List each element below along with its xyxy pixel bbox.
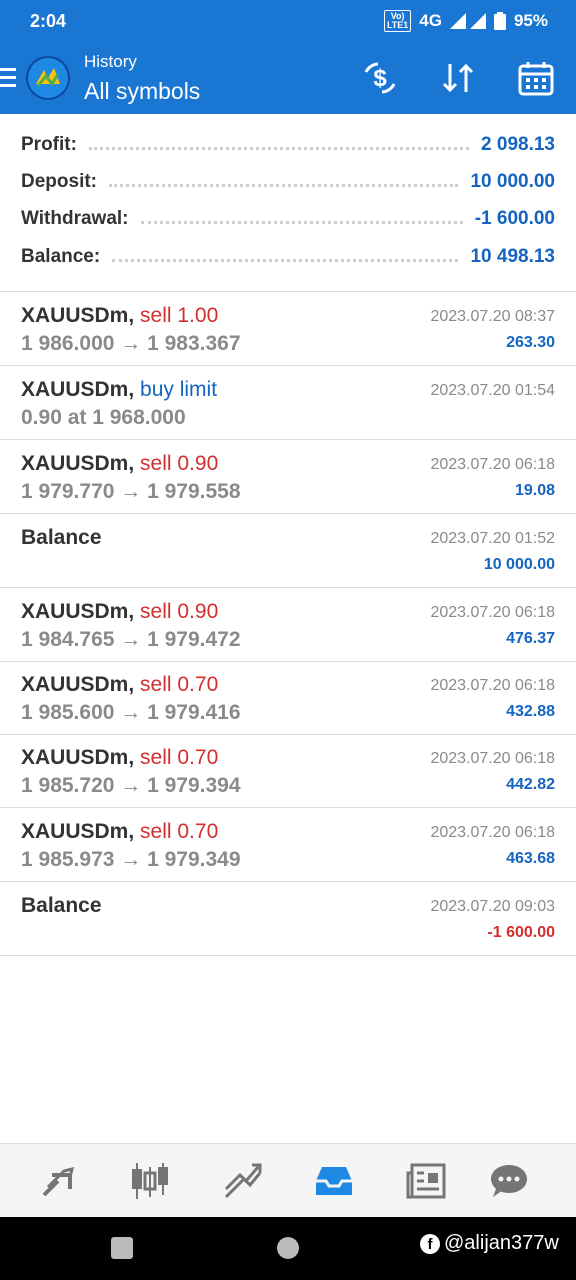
deal-row[interactable]: XAUUSDm, sell 0.70 1 985.720 → 1 979.394…: [0, 734, 576, 808]
summary-row-withdrawal: Withdrawal: -1 600.00: [21, 204, 555, 234]
deal-time: 2023.07.20 01:54: [430, 382, 555, 399]
deal-row[interactable]: XAUUSDm, sell 0.90 1 979.770 → 1 979.558…: [0, 440, 576, 514]
deal-symbol: XAUUSDm,: [21, 746, 135, 769]
home-button[interactable]: [277, 1237, 299, 1259]
deal-symbol: XAUUSDm,: [21, 600, 135, 623]
app-subtitle: History: [84, 52, 137, 71]
summary-dots: [109, 183, 459, 187]
chat-icon[interactable]: [487, 1159, 531, 1203]
metatrader-logo: [26, 56, 70, 100]
deal-action: sell 1.00: [140, 304, 219, 327]
summary-row-profit: Profit: 2 098.13: [21, 130, 555, 160]
deal-symbol: XAUUSDm,: [21, 304, 135, 327]
calendar-icon[interactable]: [516, 58, 556, 98]
deal-action: sell 0.90: [140, 452, 219, 475]
deal-row[interactable]: XAUUSDm, sell 0.70 1 985.600 → 1 979.416…: [0, 661, 576, 735]
deal-time: 2023.07.20 01:52: [430, 530, 555, 547]
svg-text:$: $: [373, 65, 387, 92]
deal-profit: -1 600.00: [487, 924, 555, 941]
status-indicators: Vo) LTE1 4G 95%: [383, 10, 548, 32]
summary-dots: [112, 258, 459, 262]
deal-prices: 1 979.770 → 1 979.558: [21, 480, 241, 503]
battery-level: 95%: [513, 11, 548, 30]
menu-icon[interactable]: [0, 68, 16, 88]
history-inbox-icon[interactable]: [312, 1159, 356, 1203]
deal-time: 2023.07.20 09:03: [430, 898, 555, 915]
balance-row[interactable]: Balance 2023.07.20 09:03 -1 600.00: [0, 882, 576, 956]
system-navigation-bar: f @alijan377w: [0, 1217, 576, 1280]
summary-value: 2 098.13: [481, 134, 555, 155]
history-summary: Profit: 2 098.13 Deposit: 10 000.00 With…: [0, 114, 576, 292]
summary-label: Deposit:: [21, 171, 97, 192]
currency-exchange-icon[interactable]: $: [360, 58, 400, 98]
watermark-text: @alijan377w: [444, 1232, 559, 1254]
summary-dots: [88, 146, 470, 150]
deal-prices: 1 985.973 → 1 979.349: [21, 848, 241, 871]
deal-symbol: XAUUSDm,: [21, 378, 135, 401]
status-bar: 2:04 Vo) LTE1 4G 95%: [0, 0, 576, 44]
summary-label: Withdrawal:: [21, 208, 129, 229]
deal-action: sell 0.90: [140, 600, 219, 623]
deal-row[interactable]: XAUUSDm, sell 0.70 1 985.973 → 1 979.349…: [0, 808, 576, 882]
deal-prices: 0.90 at 1 968.000: [21, 406, 186, 429]
deal-time: 2023.07.20 06:18: [430, 456, 555, 473]
signal-icon: [449, 13, 486, 29]
deal-action: sell 0.70: [140, 673, 219, 696]
deal-profit: 263.30: [506, 334, 555, 351]
deal-profit: 442.82: [506, 776, 555, 793]
bottom-navigation: [0, 1143, 576, 1217]
summary-label: Balance:: [21, 246, 101, 267]
deal-action: sell 0.70: [140, 820, 219, 843]
deal-time: 2023.07.20 08:37: [430, 308, 555, 325]
deal-prices: 1 986.000 → 1 983.367: [21, 332, 241, 355]
summary-value: 10 000.00: [470, 171, 555, 192]
facebook-icon: f: [420, 1233, 440, 1254]
trade-icon[interactable]: [220, 1159, 264, 1203]
balance-row[interactable]: Balance 2023.07.20 01:52 10 000.00: [0, 514, 576, 588]
deal-prices: 1 985.720 → 1 979.394: [21, 774, 241, 797]
deal-profit: 19.08: [514, 482, 555, 499]
battery-icon: [493, 12, 506, 30]
deal-profit: 10 000.00: [483, 556, 555, 573]
deal-time: 2023.07.20 06:18: [430, 824, 555, 841]
sort-icon[interactable]: [438, 58, 478, 98]
status-time: 2:04: [30, 11, 67, 31]
candlestick-icon[interactable]: [128, 1159, 172, 1203]
deal-row[interactable]: XAUUSDm, sell 1.00 1 986.000 → 1 983.367…: [0, 292, 576, 366]
summary-row-balance: Balance: 10 498.13: [21, 242, 555, 272]
deal-symbol: Balance: [21, 526, 102, 549]
watermark: f @alijan377w: [420, 1232, 559, 1255]
deal-action: buy limit: [140, 378, 218, 401]
deal-profit: 432.88: [506, 703, 555, 720]
news-icon[interactable]: [404, 1159, 448, 1203]
deal-symbol: XAUUSDm,: [21, 673, 135, 696]
deal-time: 2023.07.20 06:18: [430, 750, 555, 767]
deal-symbol: XAUUSDm,: [21, 820, 135, 843]
network-label: 4G: [419, 11, 442, 30]
deal-row[interactable]: XAUUSDm, buy limit 0.90 at 1 968.000 202…: [0, 366, 576, 440]
deal-prices: 1 985.600 → 1 979.416: [21, 701, 241, 724]
deal-symbol: Balance: [21, 894, 102, 917]
app-title[interactable]: All symbols: [84, 78, 200, 105]
deal-symbol: XAUUSDm,: [21, 452, 135, 475]
quotes-icon[interactable]: [36, 1159, 80, 1203]
deal-row[interactable]: XAUUSDm, sell 0.90 1 984.765 → 1 979.472…: [0, 588, 576, 662]
volte-icon: Vo) LTE1: [383, 10, 412, 32]
summary-value: 10 498.13: [470, 246, 555, 267]
deal-prices: 1 984.765 → 1 979.472: [21, 628, 241, 651]
recent-apps-button[interactable]: [111, 1237, 133, 1259]
summary-label: Profit:: [21, 134, 77, 155]
deal-profit: 476.37: [506, 630, 555, 647]
deal-time: 2023.07.20 06:18: [430, 677, 555, 694]
summary-value: -1 600.00: [474, 208, 555, 229]
summary-row-deposit: Deposit: 10 000.00: [21, 167, 555, 197]
summary-dots: [140, 220, 463, 224]
deal-action: sell 0.70: [140, 746, 219, 769]
app-bar: History All symbols $: [0, 44, 576, 114]
deal-profit: 463.68: [506, 850, 555, 867]
deal-time: 2023.07.20 06:18: [430, 604, 555, 621]
